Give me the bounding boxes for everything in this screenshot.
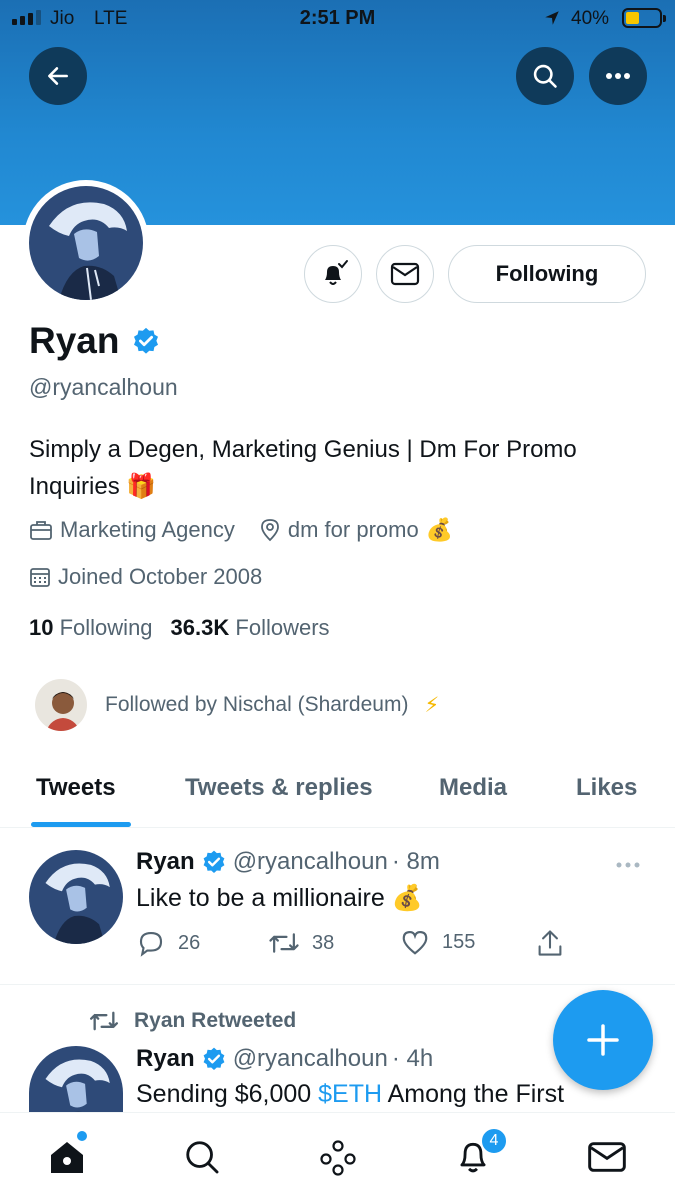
tweet-timestamp: · 8m [391, 848, 440, 875]
reply-button[interactable]: 26 [136, 928, 200, 958]
nav-spaces[interactable] [316, 1135, 360, 1179]
mail-icon [390, 262, 420, 286]
heart-icon [402, 930, 428, 955]
notifications-badge: 4 [480, 1127, 508, 1155]
verified-badge-icon [203, 1047, 225, 1070]
bio-text: Simply a Degen, Marketing Genius | Dm Fo… [29, 436, 577, 500]
status-bar: Jio LTE 2:51 PM 40% [0, 0, 675, 40]
money-bag-emoji: 💰 [425, 517, 454, 542]
calendar-icon [30, 568, 50, 587]
more-options-button[interactable] [589, 47, 647, 105]
profile-category: Marketing Agency [29, 517, 235, 543]
search-icon [533, 64, 557, 88]
briefcase-icon [30, 521, 52, 540]
nav-messages[interactable] [585, 1135, 629, 1179]
following-button[interactable]: Following [448, 245, 646, 303]
profile-joined-row: Joined October 2008 [29, 564, 286, 590]
bottom-nav: 4 [0, 1112, 675, 1200]
profile-name: Ryan [29, 320, 120, 361]
tweet-text: Like to be a millionaire 💰 [136, 884, 423, 912]
arrow-left-icon [48, 67, 68, 85]
mail-icon [588, 1142, 626, 1172]
tab-tweets-replies[interactable]: Tweets & replies [185, 774, 373, 802]
home-new-indicator [77, 1131, 87, 1141]
profile-joined: Joined October 2008 [29, 564, 262, 590]
profile-handle: @ryancalhoun [29, 374, 178, 400]
tweet-header: Ryan @ryancalhoun · 8m [136, 848, 440, 876]
cashtag-link[interactable]: $ETH [318, 1080, 382, 1108]
gift-emoji: 🎁 [126, 473, 157, 500]
retweet-button[interactable]: 38 [268, 928, 334, 958]
avatar-illustration [29, 186, 143, 300]
compose-tweet-button[interactable] [553, 990, 653, 1090]
battery-icon [622, 8, 666, 28]
message-button[interactable] [376, 245, 434, 303]
location-arrow-icon [545, 11, 559, 25]
reply-icon [139, 931, 163, 957]
profile-name-row: Ryan [29, 320, 161, 362]
profile-meta-row: Marketing Agency dm for promo 💰 [29, 517, 477, 543]
retweet-icon [269, 933, 299, 953]
back-button[interactable] [29, 47, 87, 105]
retweeted-label: Ryan Retweeted [88, 1007, 296, 1035]
tweet-header: Ryan @ryancalhoun · 4h [136, 1045, 433, 1073]
tweet-author-avatar[interactable] [29, 1046, 123, 1112]
profile-tabs: Tweets Tweets & replies Media Likes [0, 760, 675, 828]
location-pin-icon [260, 519, 279, 542]
verified-badge-icon [134, 327, 159, 354]
home-icon [51, 1142, 83, 1173]
more-horizontal-icon [616, 862, 640, 868]
profile-avatar[interactable] [23, 180, 149, 306]
verified-badge-icon [203, 850, 225, 873]
tab-likes[interactable]: Likes [576, 774, 637, 802]
active-tab-indicator [31, 822, 131, 827]
tweet-author-avatar[interactable] [29, 850, 123, 944]
share-icon [538, 930, 562, 956]
tweet-author-handle: @ryancalhoun [232, 1045, 388, 1072]
follow-counts: 10 Following 36.3K Followers [29, 615, 330, 641]
profile-bio: Simply a Degen, Marketing Genius | Dm Fo… [29, 431, 649, 505]
lightning-emoji: ⚡ [424, 693, 440, 717]
tweet-timestamp: · 4h [391, 1045, 434, 1072]
more-horizontal-icon [606, 73, 630, 79]
followed-by-text: Followed by Nischal (Shardeum) [105, 693, 409, 716]
search-icon [186, 1141, 219, 1174]
bell-check-icon [325, 260, 348, 285]
tab-tweets[interactable]: Tweets [36, 774, 116, 802]
battery-percentage: 40% [571, 8, 610, 29]
plus-icon [587, 1024, 619, 1056]
tweet-text: Sending $6,000 $ETH Among the First [136, 1080, 565, 1108]
followers-count-link[interactable]: 36.3K Followers [171, 615, 330, 641]
followed-by-row[interactable]: Followed by Nischal (Shardeum) ⚡ [33, 677, 439, 733]
tweet-author-name[interactable]: Ryan [136, 848, 195, 876]
following-count-link[interactable]: 10 Following [29, 615, 153, 641]
share-button[interactable] [536, 928, 564, 958]
notifications-toggle-button[interactable] [304, 245, 362, 303]
tweet-author-name[interactable]: Ryan [136, 1045, 195, 1073]
tweet-divider [0, 984, 675, 985]
profile-location: dm for promo 💰 [259, 517, 453, 543]
tweet-actions: 26 38 155 [136, 928, 576, 962]
search-button[interactable] [516, 47, 574, 105]
tweet-author-handle: @ryancalhoun [232, 848, 388, 875]
nav-search[interactable] [180, 1135, 224, 1179]
like-button[interactable]: 155 [400, 928, 475, 956]
tweet-more-button[interactable] [615, 856, 641, 874]
communities-icon [320, 1140, 356, 1176]
money-bag-emoji: 💰 [391, 884, 423, 912]
retweet-icon [89, 1011, 118, 1031]
tab-media[interactable]: Media [439, 774, 507, 802]
nav-home[interactable] [45, 1135, 89, 1179]
follower-avatar [33, 677, 89, 733]
